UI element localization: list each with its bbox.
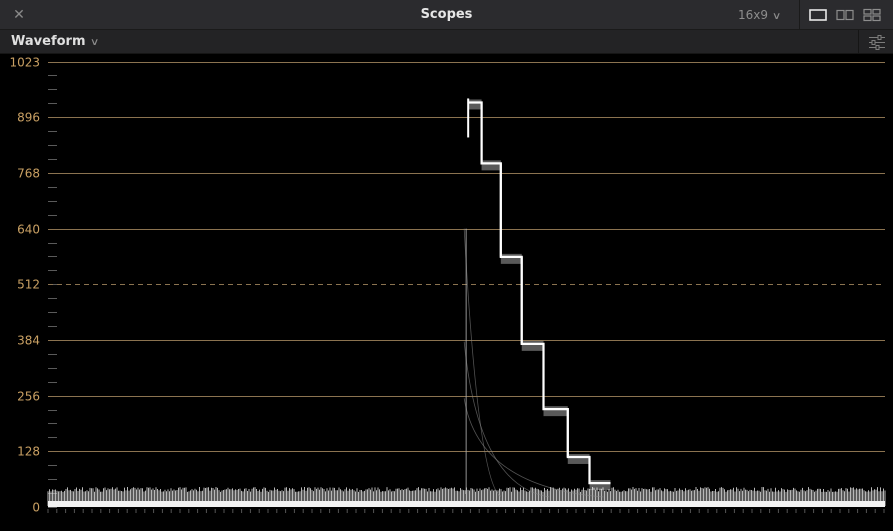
waveform-black-level bbox=[48, 501, 885, 507]
waveform-scope: 1023 896 768 640 512 384 256 128 0 bbox=[0, 54, 893, 531]
axis-label-0: 0 bbox=[32, 501, 40, 515]
scope-toolbar: Waveform ∨ bbox=[0, 30, 893, 54]
dual-view-button[interactable] bbox=[833, 5, 857, 25]
waveform-transition-trace bbox=[463, 341, 550, 498]
quad-view-button[interactable] bbox=[860, 5, 884, 25]
waveform-transition-trace bbox=[463, 228, 502, 498]
waveform-step-band bbox=[521, 340, 544, 351]
axis-label-384: 384 bbox=[17, 334, 40, 348]
waveform-staircase-trace bbox=[468, 101, 611, 485]
single-view-button[interactable] bbox=[806, 5, 830, 25]
waveform-step-band bbox=[567, 453, 590, 464]
axis-label-512: 512 bbox=[17, 278, 40, 292]
scope-mode-label: Waveform bbox=[11, 34, 86, 49]
title-bar: ✕ Scopes 16x9 ∨ bbox=[0, 0, 893, 30]
waveform-step-band bbox=[468, 99, 482, 110]
divider bbox=[799, 0, 800, 30]
waveform-step-band bbox=[543, 406, 568, 417]
axis-label-256: 256 bbox=[17, 390, 40, 404]
single-view-icon bbox=[809, 9, 827, 21]
aspect-ratio-label: 16x9 bbox=[738, 8, 769, 22]
dual-view-icon bbox=[836, 9, 854, 21]
scope-settings-button[interactable] bbox=[858, 30, 893, 54]
chevron-down-icon: ∨ bbox=[90, 37, 100, 48]
axis-label-128: 128 bbox=[17, 445, 40, 459]
waveform-graticule: 1023 896 768 640 512 384 256 128 0 bbox=[9, 56, 886, 515]
scope-mode-dropdown[interactable]: Waveform ∨ bbox=[11, 30, 100, 54]
waveform-step-band bbox=[589, 480, 611, 491]
axis-label-768: 768 bbox=[17, 167, 40, 181]
chevron-down-icon: ∨ bbox=[771, 11, 782, 22]
waveform-transition-trace bbox=[463, 398, 604, 498]
waveform-step-band bbox=[481, 160, 501, 171]
axis-label-640: 640 bbox=[17, 223, 40, 237]
axis-label-896: 896 bbox=[17, 111, 40, 125]
close-icon: ✕ bbox=[13, 7, 25, 23]
aspect-ratio-dropdown[interactable]: 16x9 ∨ bbox=[738, 0, 782, 30]
waveform-step-band bbox=[500, 253, 522, 264]
close-button[interactable]: ✕ bbox=[9, 5, 29, 25]
quad-view-icon bbox=[863, 8, 881, 22]
sliders-icon bbox=[869, 35, 885, 50]
axis-label-1023: 1023 bbox=[9, 56, 40, 70]
